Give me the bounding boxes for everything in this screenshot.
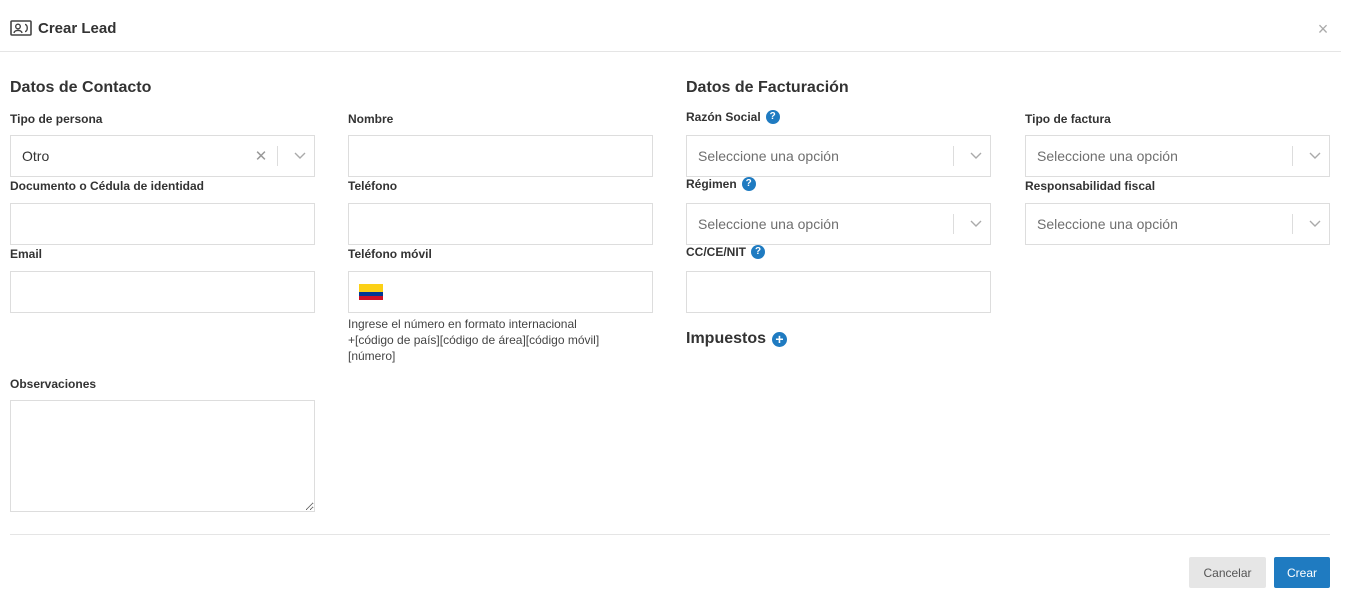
email-label-text: Email bbox=[10, 247, 43, 261]
razon-social-label-text: Razón Social bbox=[686, 110, 761, 124]
observaciones-label: Observaciones bbox=[10, 377, 96, 391]
telefono-movil-hint: Ingrese el número en formato internacion… bbox=[348, 316, 653, 364]
regimen-label: Régimen ? bbox=[686, 177, 756, 191]
email-label: Email bbox=[10, 247, 42, 261]
footer-divider bbox=[10, 534, 1330, 535]
tipo-factura-label-text: Tipo de factura bbox=[1025, 112, 1111, 126]
modal-title-text: Crear Lead bbox=[38, 19, 117, 37]
colombia-flag-icon[interactable] bbox=[359, 284, 383, 300]
razon-social-select[interactable]: Seleccione una opción bbox=[686, 135, 991, 177]
hint-line: +[código de país][código de área][código… bbox=[348, 333, 600, 347]
observaciones-label-text: Observaciones bbox=[10, 377, 97, 391]
select-separator bbox=[1292, 214, 1293, 234]
clear-icon[interactable]: ✕ bbox=[251, 147, 271, 165]
chevron-down-icon[interactable] bbox=[962, 220, 990, 228]
tipo-persona-select[interactable]: Otro ✕ bbox=[10, 135, 315, 177]
tipo-factura-placeholder: Seleccione una opción bbox=[1037, 148, 1178, 164]
chevron-down-icon[interactable] bbox=[1301, 220, 1329, 228]
billing-section-title: Datos de Facturación bbox=[686, 79, 849, 96]
responsabilidad-fiscal-label-text: Responsabilidad fiscal bbox=[1025, 179, 1156, 193]
tipo-persona-label: Tipo de persona bbox=[10, 112, 102, 126]
documento-label-text: Documento o Cédula de identidad bbox=[10, 179, 205, 193]
telefono-movil-input[interactable] bbox=[348, 271, 653, 313]
tipo-factura-label: Tipo de factura bbox=[1025, 112, 1111, 126]
observaciones-textarea[interactable] bbox=[10, 400, 315, 512]
impuestos-heading: Impuestos + bbox=[686, 330, 788, 348]
regimen-label-text: Régimen bbox=[686, 177, 737, 191]
razon-social-placeholder: Seleccione una opción bbox=[698, 148, 839, 164]
cancel-button[interactable]: Cancelar bbox=[1189, 557, 1266, 588]
hint-line: Ingrese el número en formato internacion… bbox=[348, 317, 577, 331]
regimen-placeholder: Seleccione una opción bbox=[698, 216, 839, 232]
telefono-input[interactable] bbox=[348, 203, 653, 245]
tipo-factura-select[interactable]: Seleccione una opción bbox=[1025, 135, 1330, 177]
telefono-label: Teléfono bbox=[348, 179, 397, 193]
responsabilidad-fiscal-select[interactable]: Seleccione una opción bbox=[1025, 203, 1330, 245]
responsabilidad-fiscal-label: Responsabilidad fiscal bbox=[1025, 179, 1155, 193]
telefono-movil-label-text: Teléfono móvil bbox=[348, 247, 432, 261]
tipo-persona-label-text: Tipo de persona bbox=[10, 112, 103, 126]
tipo-persona-value: Otro bbox=[22, 148, 50, 164]
chevron-down-icon[interactable] bbox=[286, 152, 314, 160]
select-separator bbox=[277, 146, 278, 166]
select-separator bbox=[953, 146, 954, 166]
contact-section-title: Datos de Contacto bbox=[10, 79, 152, 96]
select-separator bbox=[1292, 146, 1293, 166]
chevron-down-icon[interactable] bbox=[1301, 152, 1329, 160]
razon-social-label: Razón Social ? bbox=[686, 110, 780, 124]
hint-line: [número] bbox=[348, 349, 396, 363]
nombre-input[interactable] bbox=[348, 135, 653, 177]
select-separator bbox=[953, 214, 954, 234]
modal-title: Crear Lead bbox=[10, 18, 116, 38]
close-icon[interactable]: × bbox=[1312, 18, 1334, 40]
impuestos-label: Impuestos bbox=[686, 330, 767, 347]
regimen-select[interactable]: Seleccione una opción bbox=[686, 203, 991, 245]
help-icon[interactable]: ? bbox=[765, 110, 780, 124]
add-tax-icon[interactable]: + bbox=[772, 331, 788, 347]
contact-card-icon bbox=[10, 20, 32, 36]
telefono-movil-label: Teléfono móvil bbox=[348, 247, 432, 261]
chevron-down-icon[interactable] bbox=[962, 152, 990, 160]
cc-ce-nit-input[interactable] bbox=[686, 271, 991, 313]
nombre-label: Nombre bbox=[348, 112, 393, 126]
documento-input[interactable] bbox=[10, 203, 315, 245]
documento-label: Documento o Cédula de identidad bbox=[10, 179, 204, 193]
cc-ce-nit-label-text: CC/CE/NIT bbox=[686, 245, 746, 259]
responsabilidad-fiscal-placeholder: Seleccione una opción bbox=[1037, 216, 1178, 232]
email-input[interactable] bbox=[10, 271, 315, 313]
header-divider bbox=[0, 51, 1341, 52]
create-button[interactable]: Crear bbox=[1274, 557, 1330, 588]
nombre-label-text: Nombre bbox=[348, 112, 394, 126]
help-icon[interactable]: ? bbox=[751, 245, 765, 259]
telefono-label-text: Teléfono bbox=[348, 179, 398, 193]
help-icon[interactable]: ? bbox=[741, 177, 756, 191]
cc-ce-nit-label: CC/CE/NIT ? bbox=[686, 245, 765, 259]
